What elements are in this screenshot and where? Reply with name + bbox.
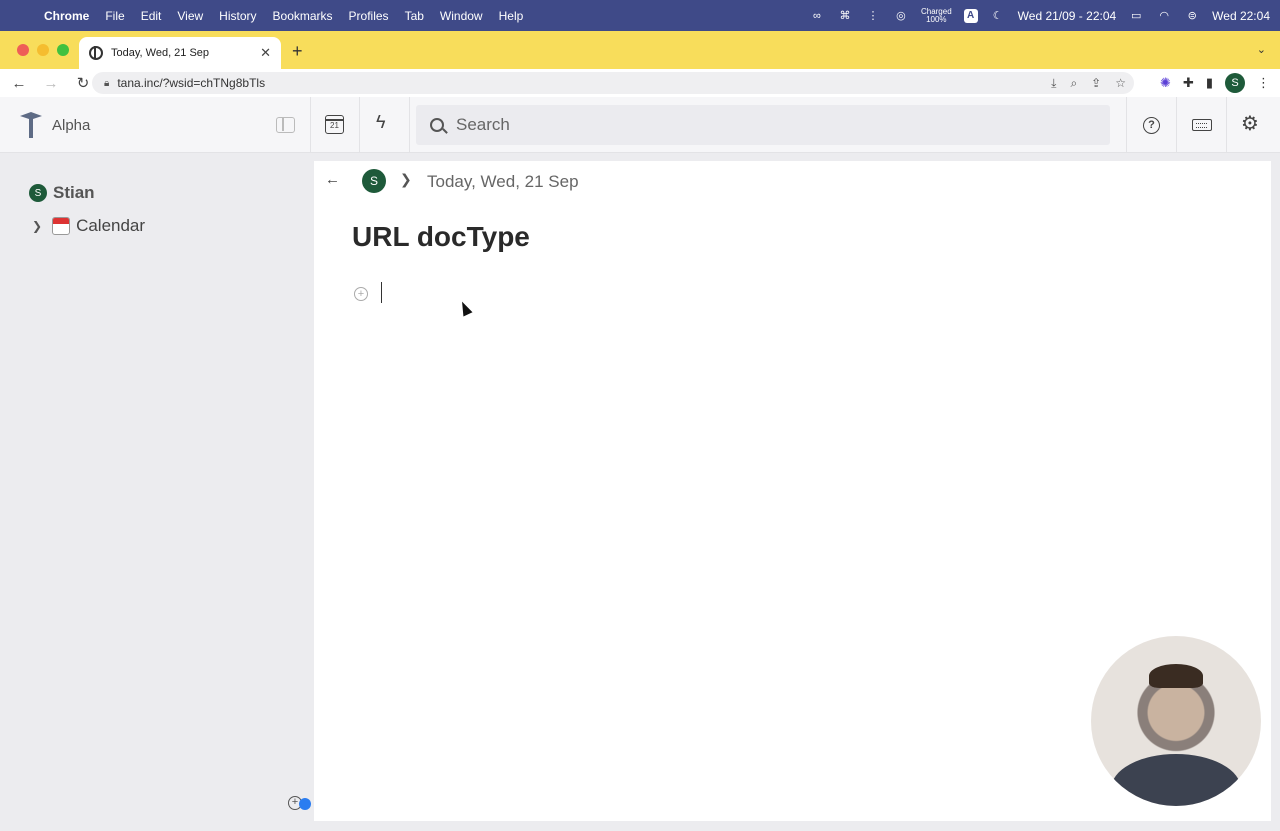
puzzle-icon[interactable]: ✚ — [1183, 75, 1194, 91]
webcam-overlay — [1091, 636, 1261, 806]
user-avatar: S — [29, 184, 47, 202]
sync-icon[interactable]: ◎ — [893, 9, 909, 23]
calendar-today-button[interactable]: 21 — [325, 115, 344, 134]
battery-percent: 100% — [926, 14, 947, 24]
zoom-window-button[interactable] — [57, 44, 69, 56]
tab-title: Today, Wed, 21 Sep — [111, 47, 210, 59]
input-source-badge[interactable]: A — [963, 8, 978, 23]
side-panel-icon[interactable]: ▮ — [1206, 75, 1213, 91]
search-icon — [430, 118, 444, 132]
menubar-clock[interactable]: Wed 22:04 — [1212, 9, 1270, 23]
add-node-icon[interactable]: + — [354, 287, 368, 301]
menu-view[interactable]: View — [169, 9, 211, 23]
browser-toolbar: ← → ↻ 🔒︎ tana.inc/?wsid=chTNg8bTls ⤓ ⌕ ⇪… — [0, 69, 1280, 97]
menubar-datetime[interactable]: Wed 21/09 - 22:04 — [1018, 9, 1117, 23]
chevron-right-icon: ❯ — [400, 171, 412, 187]
panel-back-icon[interactable]: ← — [325, 171, 340, 188]
app-header: Alpha 21 ϟ Search ? ⚙ — [0, 97, 1280, 153]
minimize-window-button[interactable] — [37, 44, 49, 56]
menu-edit[interactable]: Edit — [133, 9, 170, 23]
sidebar-user[interactable]: S Stian — [29, 183, 95, 203]
kebab-menu-icon[interactable]: ⋮ — [1257, 75, 1270, 91]
menu-app-chrome[interactable]: Chrome — [44, 9, 97, 23]
header-divider — [310, 97, 311, 153]
header-divider — [409, 97, 410, 153]
new-tab-button[interactable]: + — [292, 42, 303, 60]
calendar-emoji-icon — [52, 217, 71, 235]
tana-logo-icon[interactable] — [18, 111, 44, 139]
header-divider — [359, 97, 360, 153]
glasses-icon[interactable]: ∞ — [809, 9, 825, 23]
header-divider — [1226, 97, 1227, 153]
back-button[interactable]: ← — [6, 75, 32, 92]
zip-icon[interactable]: ⋮ — [865, 9, 881, 23]
close-tab-icon[interactable]: ✕ — [260, 45, 271, 61]
menu-profiles[interactable]: Profiles — [341, 9, 397, 23]
search-bar[interactable]: Search — [416, 105, 1110, 145]
breadcrumb-today[interactable]: Today, Wed, 21 Sep — [427, 172, 579, 192]
forward-button[interactable]: → — [38, 75, 64, 92]
install-icon[interactable]: ⤓ — [1051, 76, 1056, 91]
url-text[interactable]: tana.inc/?wsid=chTNg8bTls — [117, 76, 265, 90]
moon-icon[interactable]: ☾ — [990, 9, 1006, 23]
control-center-icon[interactable]: ⊜ — [1184, 9, 1200, 23]
window-controls — [17, 44, 69, 56]
zoom-icon[interactable]: ⌕ — [1070, 76, 1077, 91]
sidebar-item-calendar[interactable]: ❯ Calendar — [32, 216, 145, 236]
command-icon[interactable]: ⌘ — [837, 9, 853, 23]
macos-menubar: Chrome File Edit View History Bookmarks … — [0, 0, 1280, 31]
tab-search-chevron-icon[interactable]: ⌄ — [1257, 43, 1266, 56]
battery-icon[interactable]: ▭ — [1128, 9, 1144, 23]
workspace-name[interactable]: Alpha — [52, 117, 90, 134]
header-divider — [1126, 97, 1127, 153]
close-window-button[interactable] — [17, 44, 29, 56]
sidebar: S Stian ❯ Calendar + — [0, 153, 314, 831]
presenter-hair — [1149, 664, 1203, 688]
sidebar-toggle-icon[interactable] — [276, 117, 295, 133]
tana-favicon-icon — [89, 46, 103, 60]
browser-tab[interactable]: Today, Wed, 21 Sep ✕ — [79, 37, 281, 69]
omnibox-actions: ⤓ ⌕ ⇪ ☆ — [1051, 76, 1126, 91]
extension-icon[interactable]: ✺ — [1160, 75, 1171, 91]
notification-dot[interactable] — [299, 798, 311, 810]
gear-icon[interactable]: ⚙ — [1241, 111, 1259, 136]
menu-file[interactable]: File — [97, 9, 132, 23]
help-icon[interactable]: ? — [1143, 117, 1160, 134]
address-bar[interactable]: 🔒︎ tana.inc/?wsid=chTNg8bTls ⤓ ⌕ ⇪ ☆ — [92, 72, 1134, 94]
share-icon[interactable]: ⇪ — [1091, 76, 1101, 91]
wifi-icon[interactable]: ◠ — [1156, 9, 1172, 23]
search-placeholder[interactable]: Search — [456, 115, 510, 135]
profile-avatar[interactable]: S — [1225, 73, 1245, 93]
lightning-icon[interactable]: ϟ — [376, 112, 386, 133]
presenter-shirt — [1111, 754, 1241, 806]
chevron-right-icon[interactable]: ❯ — [32, 219, 42, 233]
menu-tab[interactable]: Tab — [397, 9, 432, 23]
mouse-pointer-icon — [457, 299, 473, 317]
keyboard-icon[interactable] — [1192, 119, 1212, 131]
lock-icon[interactable]: 🔒︎ — [104, 78, 109, 89]
menu-history[interactable]: History — [211, 9, 264, 23]
browser-tabbar: Today, Wed, 21 Sep ✕ + ⌄ — [0, 31, 1280, 69]
menu-bookmarks[interactable]: Bookmarks — [265, 9, 341, 23]
bookmark-star-icon[interactable]: ☆ — [1115, 76, 1126, 91]
text-caret — [381, 282, 382, 303]
battery-status[interactable]: Charged 100% — [921, 7, 952, 24]
extensions-area: ✺ ✚ ▮ S ⋮ — [1160, 73, 1270, 93]
menu-help[interactable]: Help — [491, 9, 532, 23]
menubar-status-area: ∞ ⌘ ⋮ ◎ Charged 100% A ☾ Wed 21/09 - 22:0… — [809, 0, 1270, 31]
page-title[interactable]: URL docType — [352, 221, 530, 253]
menu-window[interactable]: Window — [432, 9, 491, 23]
header-divider — [1176, 97, 1177, 153]
breadcrumb-avatar[interactable]: S — [362, 169, 386, 193]
user-name: Stian — [53, 183, 95, 202]
sidebar-item-label: Calendar — [76, 216, 146, 235]
